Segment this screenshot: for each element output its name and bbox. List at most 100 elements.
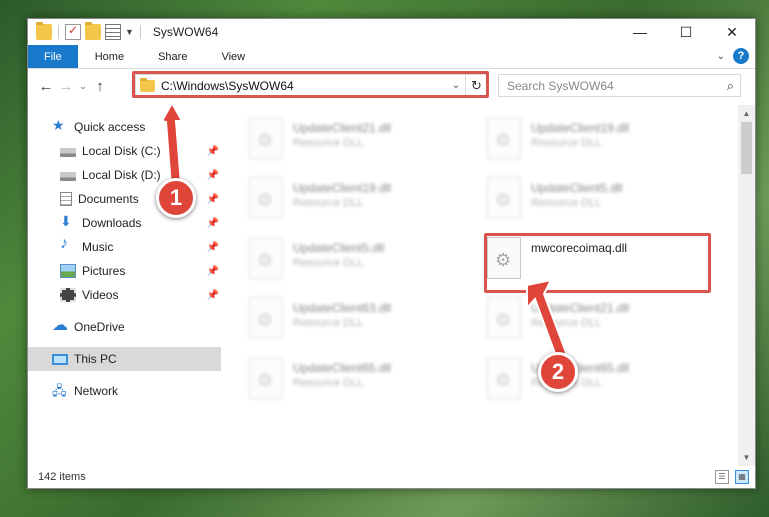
downloads-icon (60, 213, 76, 230)
scroll-down-arrow-icon[interactable]: ▼ (738, 449, 755, 466)
file-name: UpdateClient5.dll (531, 181, 623, 195)
window-title: SysWOW64 (152, 25, 219, 39)
nav-item-label: Downloads (82, 216, 142, 230)
file-item[interactable]: UpdateClient65.dllResource DLL (487, 357, 717, 407)
file-item[interactable]: UpdateClient63.dll Resource DLL (249, 297, 479, 347)
documents-icon (60, 192, 72, 206)
pin-icon[interactable]: 📌 (207, 242, 219, 253)
file-name: UpdateClient19.dll (531, 121, 630, 135)
recent-locations-chevron-icon[interactable]: ⌄ (76, 81, 90, 92)
minimize-button[interactable]: — (617, 19, 663, 45)
pin-icon[interactable]: 📌 (207, 290, 219, 301)
help-icon[interactable]: ? (733, 48, 749, 64)
file-item[interactable]: UpdateClient19.dll Resource DLL (249, 177, 479, 227)
nav-item-label: Network (74, 384, 119, 398)
file-item[interactable]: UpdateClient21.dll Resource DLL (249, 117, 479, 167)
file-explorer-window: ▼ SysWOW64 — ☐ ✕ File Home Share View ⌄ … (27, 18, 756, 489)
music-icon (60, 235, 76, 254)
pin-icon[interactable]: 📌 (207, 146, 219, 157)
expand-ribbon-chevron-icon[interactable]: ⌄ (717, 51, 725, 62)
details-view-icon[interactable]: ☰ (715, 470, 729, 484)
file-name: UpdateClient65.dll (293, 361, 392, 375)
star-icon (52, 117, 68, 134)
file-type: Resource DLL (293, 317, 364, 329)
dll-file-icon (249, 177, 283, 219)
nav-item-quick-access[interactable]: Quick access (28, 115, 221, 139)
quick-access-toolbar: ▼ (28, 22, 143, 40)
close-button[interactable]: ✕ (709, 19, 755, 45)
nav-item-label: Music (82, 240, 114, 254)
pin-icon[interactable]: 📌 (207, 266, 219, 277)
file-type: Resource DLL (531, 197, 602, 209)
dll-file-icon (487, 357, 521, 399)
step-2-badge: 2 (538, 352, 578, 392)
new-folder-icon[interactable] (85, 22, 101, 40)
file-item[interactable]: UpdateClient19.dll Resource DLL (487, 117, 717, 167)
highlight-box-file (484, 233, 711, 293)
ribbon-right-controls: ⌄ ? (717, 48, 749, 64)
nav-item-label: This PC (74, 352, 117, 366)
up-arrow-icon[interactable]: ↑ (90, 78, 110, 95)
search-icon[interactable]: ⌕ (727, 78, 734, 94)
nav-item-label: Pictures (82, 264, 126, 278)
tab-file[interactable]: File (28, 45, 78, 68)
view-toggle: ☰ ▦ (715, 470, 749, 484)
properties-check-icon[interactable] (65, 23, 81, 40)
ribbon-tabs: File Home Share View ⌄ ? (28, 45, 755, 69)
pin-icon[interactable]: 📌 (207, 194, 219, 205)
dll-file-icon (487, 297, 521, 339)
dll-file-icon (249, 297, 283, 339)
file-type: Resource DLL (293, 137, 364, 149)
network-icon (52, 382, 68, 404)
file-item[interactable]: UpdateClient65.dll Resource DLL (249, 357, 479, 407)
disk-icon (60, 148, 76, 157)
tab-home[interactable]: Home (78, 45, 141, 68)
file-item[interactable]: UpdateClient21.dll Resource DLL (487, 297, 717, 347)
item-count: 142 items (38, 471, 86, 483)
nav-item-downloads[interactable]: Downloads 📌 (28, 211, 221, 235)
disk-icon (60, 172, 76, 181)
file-item[interactable]: UpdateClient5.dll Resource DLL (487, 177, 717, 227)
large-icons-view-icon[interactable]: ▦ (735, 470, 749, 484)
tab-share[interactable]: Share (141, 45, 204, 68)
scrollbar-thumb[interactable] (741, 122, 752, 174)
divider (58, 25, 59, 39)
address-row: ← → ⌄ ↑ C:\Windows\SysWOW64 ⌄ ↻ Search S… (28, 69, 755, 103)
onedrive-icon (52, 315, 68, 335)
properties-icon[interactable] (105, 24, 121, 40)
nav-item-music[interactable]: Music 📌 (28, 235, 221, 259)
file-name: UpdateClient63.dll (293, 301, 392, 315)
file-type: Resource DLL (531, 317, 602, 329)
customize-toolbar-chevron-icon[interactable]: ▼ (125, 27, 134, 37)
maximize-button[interactable]: ☐ (663, 19, 709, 45)
tab-view[interactable]: View (204, 45, 262, 68)
back-arrow-icon[interactable]: ← (36, 78, 56, 95)
window-controls: — ☐ ✕ (617, 19, 755, 45)
folder-icon (36, 22, 52, 40)
nav-item-label: Documents (78, 192, 139, 206)
file-type: Resource DLL (293, 257, 364, 269)
file-list: UpdateClient21.dll Resource DLL UpdateCli… (221, 105, 755, 466)
nav-item-network[interactable]: Network (28, 379, 221, 404)
file-name: UpdateClient21.dll (293, 121, 392, 135)
pin-icon[interactable]: 📌 (207, 218, 219, 229)
nav-item-local-disk-c[interactable]: Local Disk (C:) 📌 (28, 139, 221, 163)
file-type: Resource DLL (293, 377, 364, 389)
nav-item-label: Videos (82, 288, 119, 302)
search-input[interactable]: Search SysWOW64 ⌕ (498, 74, 741, 97)
nav-item-onedrive[interactable]: OneDrive (28, 315, 221, 339)
nav-item-local-disk-d[interactable]: Local Disk (D:) 📌 (28, 163, 221, 187)
nav-item-this-pc[interactable]: This PC (28, 347, 221, 371)
dll-file-icon (249, 357, 283, 399)
file-item[interactable]: UpdateClient5.dll Resource DLL (249, 237, 479, 287)
forward-arrow-icon[interactable]: → (56, 78, 76, 95)
file-type: Resource DLL (293, 197, 364, 209)
vertical-scrollbar[interactable]: ▲ ▼ (738, 105, 755, 466)
nav-item-videos[interactable]: Videos 📌 (28, 283, 221, 307)
scroll-up-arrow-icon[interactable]: ▲ (738, 105, 755, 122)
nav-item-pictures[interactable]: Pictures 📌 (28, 259, 221, 283)
pin-icon[interactable]: 📌 (207, 170, 219, 181)
pictures-icon (60, 264, 76, 278)
this-pc-icon (52, 354, 68, 365)
title-bar: ▼ SysWOW64 — ☐ ✕ (28, 19, 755, 45)
